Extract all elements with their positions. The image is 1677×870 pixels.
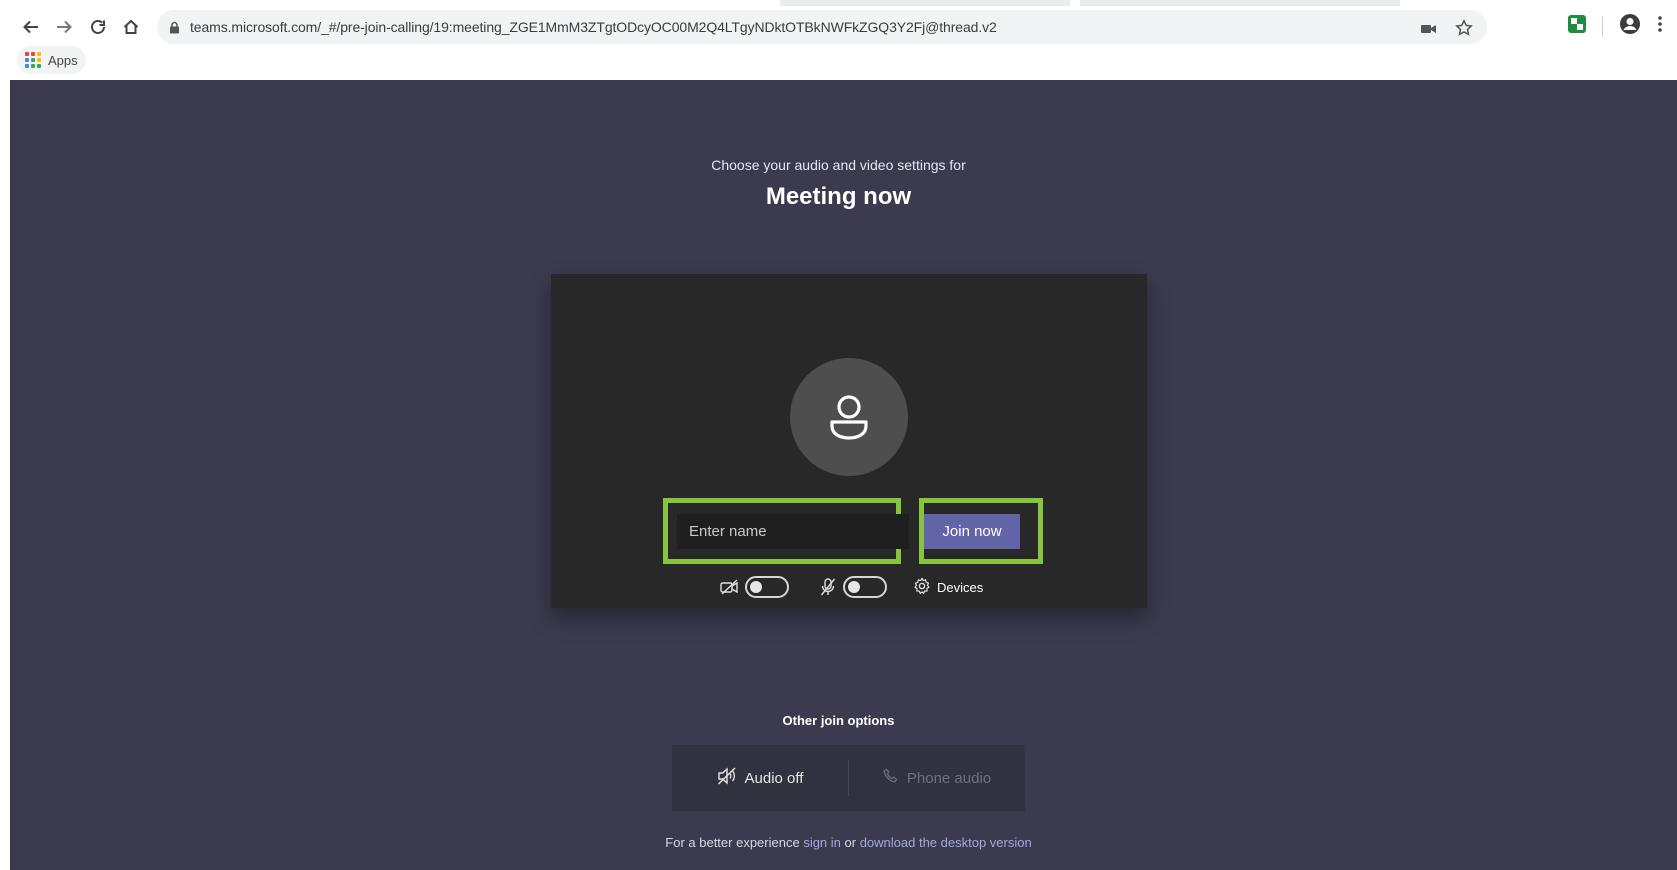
- audio-off-label: Audio off: [744, 769, 804, 787]
- download-desktop-link[interactable]: download the desktop version: [860, 835, 1032, 850]
- sign-in-link[interactable]: sign in: [803, 835, 841, 850]
- camera-off-icon: [719, 576, 741, 598]
- home-icon[interactable]: [118, 14, 144, 40]
- tab-strip-edge: [1080, 0, 1400, 6]
- toolbar-divider: [1602, 16, 1603, 37]
- menu-icon[interactable]: [1657, 15, 1663, 38]
- phone-audio-label: Phone audio: [906, 769, 992, 787]
- footer-middle: or: [840, 835, 860, 850]
- prejoin-subtitle: Choose your audio and video settings for: [711, 157, 966, 173]
- person-icon: [830, 395, 868, 440]
- url-text: teams.microsoft.com/_#/pre-join-calling/…: [190, 19, 997, 35]
- mic-toggle[interactable]: [843, 576, 887, 598]
- apps-label: Apps: [48, 52, 78, 68]
- name-input[interactable]: [677, 514, 909, 549]
- star-icon[interactable]: [1455, 19, 1473, 42]
- apps-grid-icon: [25, 52, 41, 68]
- video-toggle-knob: [750, 581, 762, 593]
- video-toggle[interactable]: [745, 576, 789, 598]
- meeting-title: Meeting now: [765, 183, 912, 210]
- forward-icon[interactable]: [51, 14, 77, 40]
- join-now-button[interactable]: Join now: [924, 514, 1020, 549]
- back-icon[interactable]: [18, 14, 44, 40]
- reload-icon[interactable]: [85, 14, 111, 40]
- speaker-off-icon: [717, 767, 737, 789]
- device-controls: Devices: [719, 572, 983, 602]
- footer-text: For a better experience sign in or downl…: [0, 835, 1677, 850]
- bookmarks-bar: Apps: [0, 45, 1677, 80]
- devices-button[interactable]: Devices: [913, 576, 984, 598]
- account-icon[interactable]: [1619, 13, 1641, 40]
- phone-audio-option: Phone audio: [849, 745, 1025, 811]
- mic-off-icon: [817, 576, 839, 598]
- audio-off-option[interactable]: Audio off: [672, 745, 848, 811]
- other-join-options: Audio off Phone audio: [672, 745, 1025, 811]
- extension-icon[interactable]: [1568, 15, 1586, 38]
- mic-toggle-knob: [848, 581, 860, 593]
- avatar: [790, 358, 908, 476]
- gear-icon: [913, 576, 931, 598]
- phone-icon: [883, 768, 899, 788]
- camera-blocked-icon[interactable]: [1421, 22, 1437, 40]
- tab-strip-edge: [780, 0, 1070, 6]
- apps-shortcut[interactable]: Apps: [17, 46, 86, 74]
- lock-icon: [169, 21, 180, 34]
- footer-prefix: For a better experience: [665, 835, 804, 850]
- devices-label: Devices: [937, 579, 984, 595]
- prejoin-card: Join now Devices: [551, 274, 1147, 608]
- address-bar[interactable]: teams.microsoft.com/_#/pre-join-calling/…: [157, 10, 1487, 44]
- other-join-options-title: Other join options: [782, 713, 895, 728]
